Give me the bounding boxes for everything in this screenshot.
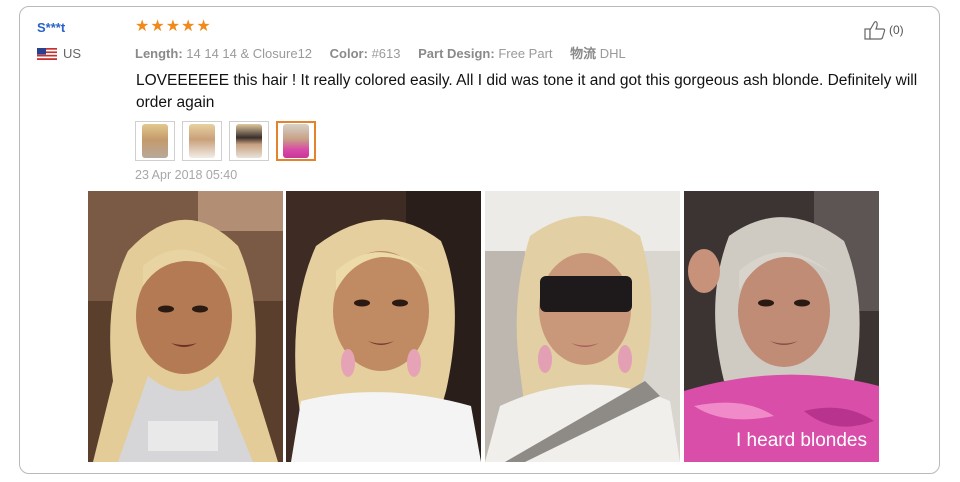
property-value: 14 14 14 & Closure12 xyxy=(186,46,313,61)
rating-stars: ★ ★ ★ ★ ★ xyxy=(135,19,211,35)
property-label: Length: xyxy=(135,46,183,61)
property-value: DHL xyxy=(599,46,626,61)
review-photo[interactable] xyxy=(485,191,680,462)
thumbnail-image xyxy=(283,124,309,158)
review-thumbnail[interactable] xyxy=(135,121,175,161)
star-icon: ★ xyxy=(165,18,181,35)
star-icon: ★ xyxy=(181,18,196,35)
property-value: #613 xyxy=(371,46,401,61)
review-date: 23 Apr 2018 05:40 xyxy=(135,168,238,182)
thumbnail-image xyxy=(142,124,168,158)
review-thumbnail-selected[interactable] xyxy=(276,121,316,161)
shirt-caption: I heard blondes xyxy=(736,430,867,451)
review-thumbnail[interactable] xyxy=(229,121,269,161)
reviewer-name: S***t xyxy=(37,20,66,35)
star-icon: ★ xyxy=(150,18,165,35)
property-label: Part Design: xyxy=(418,46,495,61)
star-icon: ★ xyxy=(196,18,211,35)
review-thumbnail[interactable] xyxy=(182,121,222,161)
thumbs-up-icon xyxy=(864,21,886,40)
review-photo[interactable]: I heard blondes xyxy=(684,191,879,462)
property-value: Free Part xyxy=(498,46,553,61)
us-flag-icon xyxy=(37,47,57,60)
helpful-button[interactable]: (0) xyxy=(864,20,904,40)
purchase-properties: Length: 14 14 14 & Closure12 Color: #613… xyxy=(135,43,640,62)
review-text: LOVEEEEEE this hair ! It really colored … xyxy=(136,72,918,111)
country-code: US xyxy=(63,46,82,61)
review-photo[interactable] xyxy=(286,191,481,462)
review-photo[interactable] xyxy=(88,191,283,462)
review-thumbnails xyxy=(135,121,316,161)
star-icon: ★ xyxy=(135,18,150,35)
thumbnail-image xyxy=(236,124,262,158)
reviewer-country: US xyxy=(37,46,81,61)
property-label: Color: xyxy=(329,46,368,61)
thumbnail-image xyxy=(189,124,215,158)
property-label: 物流 xyxy=(570,46,597,61)
like-count: (0) xyxy=(889,23,904,37)
